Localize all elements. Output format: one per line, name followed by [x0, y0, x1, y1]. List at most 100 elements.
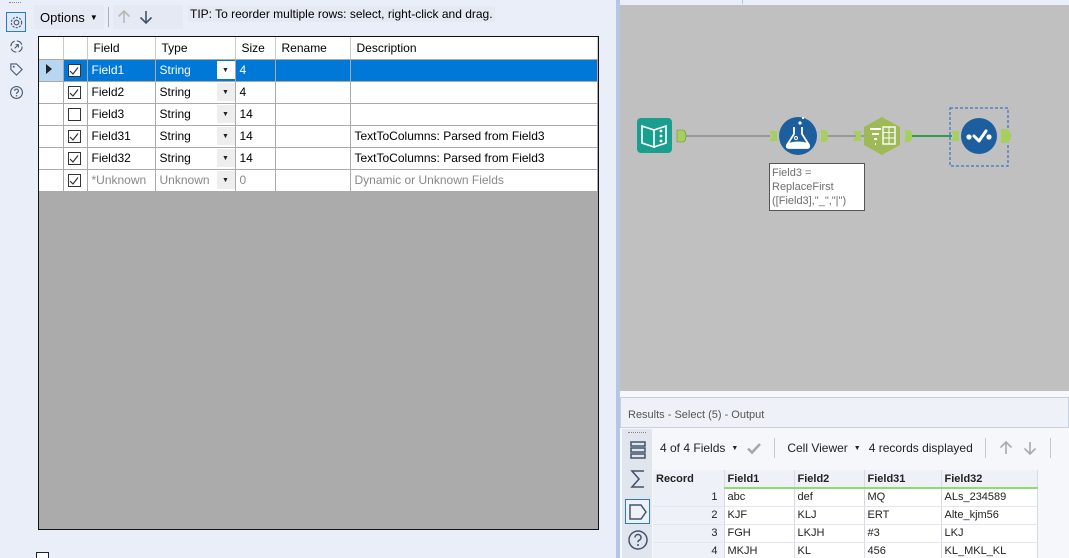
scroll-up-button[interactable] [994, 440, 1018, 456]
include-checkbox[interactable] [67, 130, 81, 144]
rename-cell[interactable] [275, 169, 351, 192]
type-dropdown-button[interactable]: ▼ [216, 61, 234, 79]
type-dropdown-button[interactable]: ▼ [216, 149, 234, 167]
formula-annotation[interactable]: Field3 = ReplaceFirst ([Field3],"_","|") [769, 163, 865, 211]
size-cell[interactable]: 14 [235, 125, 276, 148]
column-header[interactable]: Field2 [794, 470, 865, 489]
result-cell[interactable]: KL [794, 542, 865, 558]
move-up-button[interactable] [113, 5, 135, 29]
field-row[interactable]: Field3 String ▼ 14 [39, 103, 598, 126]
column-header[interactable]: Field1 [724, 470, 795, 489]
type-cell[interactable]: Unknown ▼ [155, 169, 236, 192]
row-header[interactable] [39, 103, 64, 126]
rename-cell[interactable] [275, 59, 351, 82]
type-cell[interactable]: String ▼ [155, 103, 236, 126]
field-row[interactable]: Field31 String ▼ 14 TextToColumns: Parsed fr… [39, 125, 598, 148]
bottom-option-checkbox[interactable] [36, 552, 49, 558]
input-data-tool[interactable] [637, 118, 672, 153]
result-cell[interactable]: LKJH [794, 524, 865, 543]
type-dropdown-button[interactable]: ▼ [216, 83, 234, 101]
include-checkbox[interactable] [67, 64, 81, 78]
type-dropdown-button[interactable]: ▼ [216, 127, 234, 145]
result-cell[interactable]: Alte_kjm56 [941, 506, 1038, 525]
type-dropdown-button[interactable]: ▼ [216, 171, 234, 189]
result-cell[interactable]: def [794, 488, 865, 507]
column-header[interactable]: Rename [275, 37, 351, 60]
rename-cell[interactable] [275, 125, 351, 148]
description-cell[interactable]: Dynamic or Unknown Fields [350, 169, 598, 192]
text-to-columns-tool[interactable] [864, 117, 900, 155]
include-checkbox-cell[interactable] [63, 103, 88, 126]
column-header[interactable]: Type [155, 37, 236, 60]
row-header[interactable] [39, 59, 64, 82]
rename-cell[interactable] [275, 147, 351, 170]
rename-cell[interactable] [275, 103, 351, 126]
column-header[interactable]: Field32 [941, 470, 1038, 489]
field-row[interactable]: *Unknown Unknown ▼ 0 Dynamic or Unknown Fiel… [39, 169, 598, 192]
cell-viewer-dropdown[interactable]: Cell Viewer ▼ [783, 441, 864, 455]
interface-tab[interactable] [6, 36, 26, 56]
row-header[interactable] [39, 81, 64, 104]
field-row[interactable]: Field32 String ▼ 14 TextToColumns: Parsed fr… [39, 147, 598, 170]
include-checkbox-cell[interactable] [63, 169, 88, 192]
results-help-tab[interactable] [625, 527, 650, 552]
formula-tool[interactable] [779, 116, 817, 155]
results-row[interactable]: 3 FGH LKJH #3 LKJ [653, 524, 1038, 543]
field-row[interactable]: Field1 String ▼ 4 [39, 59, 598, 82]
apply-fields-button[interactable] [742, 440, 766, 456]
description-cell[interactable] [350, 59, 598, 82]
workflow-canvas[interactable]: Field3 = ReplaceFirst ([Field3],"_","|") [620, 5, 1069, 391]
column-header[interactable]: Description [350, 37, 598, 60]
description-cell[interactable]: TextToColumns: Parsed from Field3 [350, 147, 598, 170]
include-checkbox[interactable] [67, 86, 81, 100]
description-cell[interactable]: TextToColumns: Parsed from Field3 [350, 125, 598, 148]
rename-cell[interactable] [275, 81, 351, 104]
help-tab[interactable] [6, 82, 26, 102]
row-header[interactable] [39, 169, 64, 192]
fields-selector[interactable]: 4 of 4 Fields ▼ [656, 441, 742, 455]
include-checkbox-cell[interactable] [63, 81, 88, 104]
result-cell[interactable]: KL_MKL_KL [941, 542, 1038, 558]
description-cell[interactable] [350, 81, 598, 104]
move-down-button[interactable] [135, 5, 157, 29]
row-header[interactable] [39, 125, 64, 148]
type-cell[interactable]: String ▼ [155, 59, 236, 82]
size-cell[interactable]: 4 [235, 81, 276, 104]
type-cell[interactable]: String ▼ [155, 81, 236, 104]
result-cell[interactable]: ERT [864, 506, 942, 525]
bottom-option[interactable] [36, 552, 49, 558]
type-cell[interactable]: String ▼ [155, 125, 236, 148]
result-cell[interactable]: ALs_234589 [941, 488, 1038, 507]
include-checkbox[interactable] [67, 152, 81, 166]
result-cell[interactable]: KLJ [794, 506, 865, 525]
size-cell[interactable]: 0 [235, 169, 276, 192]
output-tab[interactable] [625, 499, 650, 524]
column-header[interactable]: Field [87, 37, 156, 60]
result-cell[interactable]: KJF [724, 506, 795, 525]
select-tool[interactable] [961, 118, 997, 154]
results-row[interactable]: 4 MKJH KL 456 KL_MKL_KL [653, 542, 1038, 558]
size-cell[interactable]: 4 [235, 59, 276, 82]
size-cell[interactable]: 14 [235, 147, 276, 170]
result-cell[interactable]: MQ [864, 488, 942, 507]
results-row[interactable]: 2 KJF KLJ ERT Alte_kjm56 [653, 506, 1038, 525]
options-dropdown[interactable]: Options ▼ [34, 5, 104, 29]
annotation-tab[interactable] [6, 59, 26, 79]
type-cell[interactable]: String ▼ [155, 147, 236, 170]
include-checkbox-cell[interactable] [63, 125, 88, 148]
size-cell[interactable]: 14 [235, 103, 276, 126]
result-cell[interactable]: MKJH [724, 542, 795, 558]
scroll-down-button[interactable] [1018, 440, 1042, 456]
result-cell[interactable]: 456 [864, 542, 942, 558]
result-cell[interactable]: #3 [864, 524, 942, 543]
include-checkbox-cell[interactable] [63, 147, 88, 170]
type-dropdown-button[interactable]: ▼ [216, 105, 234, 123]
result-cell[interactable]: LKJ [941, 524, 1038, 543]
row-header[interactable] [39, 147, 64, 170]
column-header[interactable]: Field31 [864, 470, 942, 489]
result-cell[interactable]: abc [724, 488, 795, 507]
results-row[interactable]: 1 abc def MQ ALs_234589 [653, 488, 1038, 507]
include-checkbox-cell[interactable] [63, 59, 88, 82]
field-row[interactable]: Field2 String ▼ 4 [39, 81, 598, 104]
include-checkbox[interactable] [67, 108, 81, 122]
